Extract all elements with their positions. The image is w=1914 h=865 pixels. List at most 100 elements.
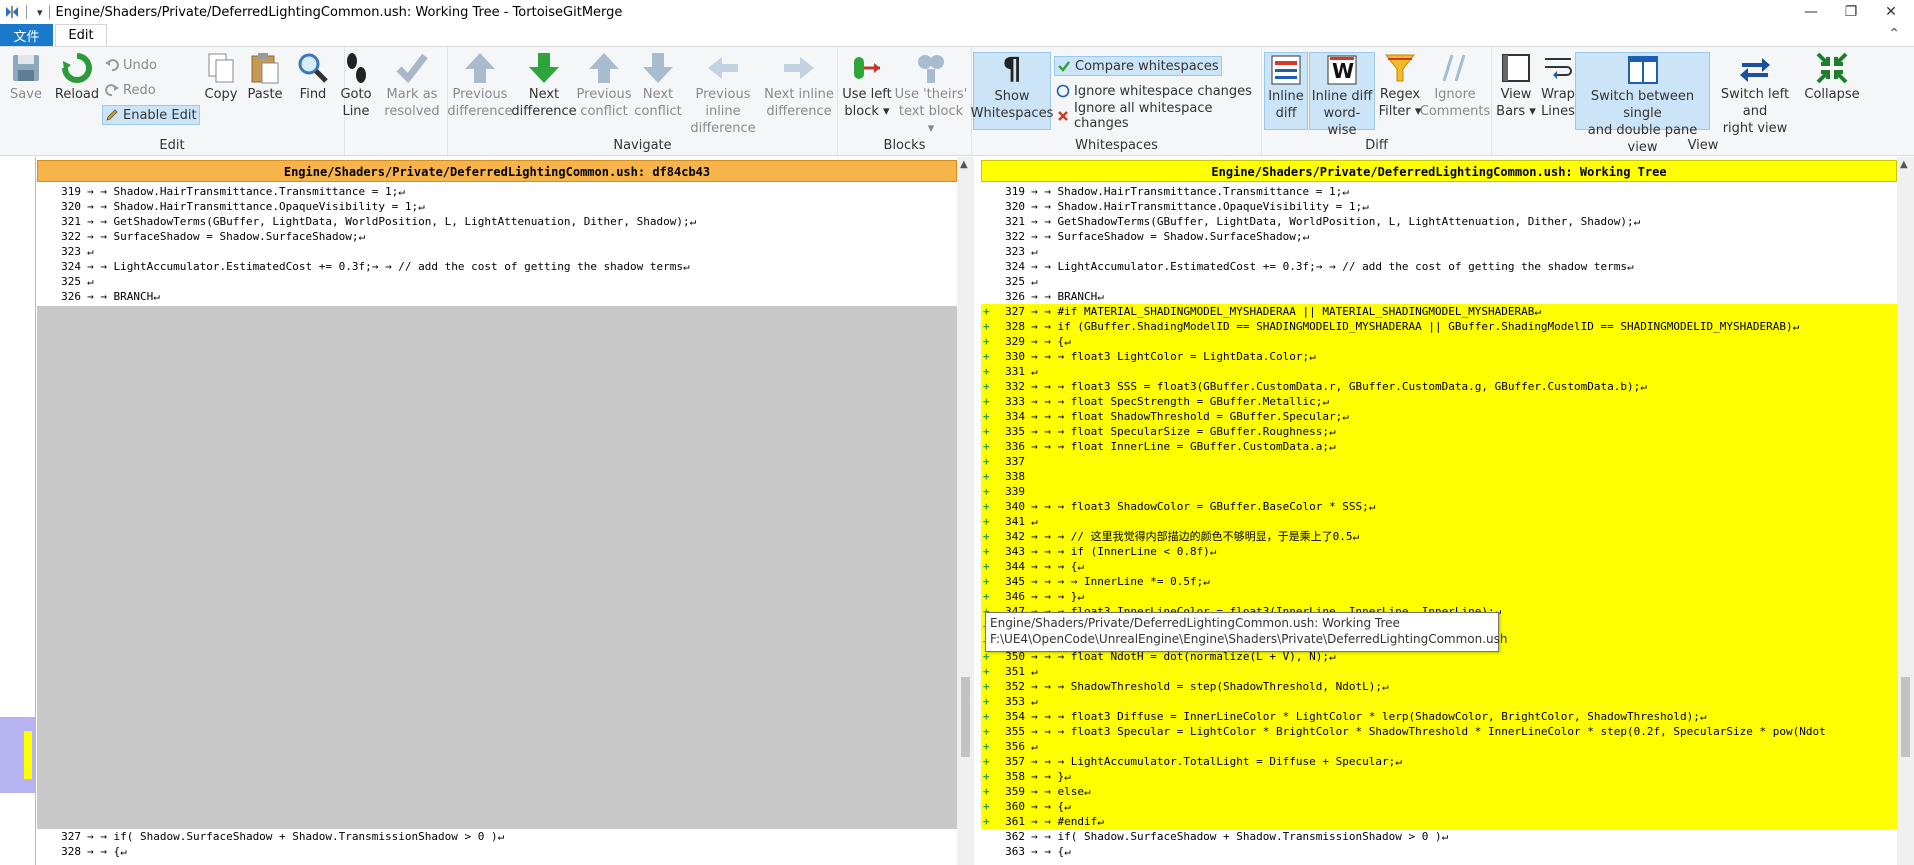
next-conflict-button[interactable]: Next conflict: [632, 51, 684, 120]
ignore-whitespace-changes-option[interactable]: Ignore whitespace changes: [1054, 81, 1254, 101]
code-line[interactable]: +353 ↵: [981, 694, 1897, 709]
code-line[interactable]: 327 → → if( Shadow.SurfaceShadow + Shadow…: [37, 829, 957, 844]
previous-difference-button[interactable]: Previous difference: [447, 51, 513, 120]
use-left-block-button[interactable]: Use left block ▾: [842, 51, 892, 120]
tortoisegitmerge-app-icon[interactable]: [4, 4, 20, 20]
code-line[interactable]: 322 → → SurfaceShadow = Shadow.SurfaceSha…: [981, 229, 1897, 244]
copy-button[interactable]: Copy: [203, 51, 239, 103]
code-line[interactable]: +352 → → → ShadowThreshold = step(ShadowT…: [981, 679, 1897, 694]
code-line[interactable]: +358 → → }↵: [981, 769, 1897, 784]
paste-button[interactable]: Paste: [245, 51, 285, 103]
regex-filter-button[interactable]: Regex Filter ▾: [1378, 51, 1422, 120]
inline-diff-wordwise-button[interactable]: W Inline diff word-wise: [1309, 52, 1375, 138]
code-line[interactable]: 363 → → {↵: [981, 844, 1897, 859]
code-line[interactable]: +330 → → → float3 LightColor = LightData.…: [981, 349, 1897, 364]
line-code: → → BRANCH↵: [87, 290, 160, 303]
show-whitespaces-button[interactable]: ¶ Show Whitespaces: [971, 52, 1053, 130]
code-line[interactable]: +359 → → else↵: [981, 784, 1897, 799]
code-line[interactable]: +341 ↵: [981, 514, 1897, 529]
code-line[interactable]: +346 → → → }↵: [981, 589, 1897, 604]
ignore-all-whitespace-option[interactable]: Ignore all whitespace changes: [1054, 101, 1261, 131]
right-pane-scrollbar[interactable]: ▲: [1897, 157, 1914, 865]
left-pane[interactable]: Engine/Shaders/Private/DeferredLightingC…: [37, 157, 957, 865]
goto-line-button[interactable]: Goto Line: [338, 51, 374, 120]
code-line[interactable]: +355 → → → float3 Specular = LightColor *…: [981, 724, 1897, 739]
code-line[interactable]: +339: [981, 484, 1897, 499]
code-line[interactable]: +332 → → → float3 SSS = float3(GBuffer.Cu…: [981, 379, 1897, 394]
save-icon: [9, 51, 43, 85]
inline-diff-button[interactable]: Inline diff: [1264, 52, 1308, 130]
code-line[interactable]: +360 → → {↵: [981, 799, 1897, 814]
code-line[interactable]: +336 → → → float InnerLine = GBuffer.Cust…: [981, 439, 1897, 454]
code-line[interactable]: 325 ↵: [981, 274, 1897, 289]
code-line[interactable]: 320 → → Shadow.HairTransmittance.OpaqueVi…: [981, 199, 1897, 214]
previous-inline-difference-button[interactable]: Previous inline difference: [678, 51, 768, 137]
right-pane[interactable]: Engine/Shaders/Private/DeferredLightingC…: [981, 157, 1897, 865]
code-line[interactable]: +331 ↵: [981, 364, 1897, 379]
code-line[interactable]: 328 → → {↵: [37, 844, 957, 859]
collapse-button[interactable]: Collapse: [1804, 51, 1860, 103]
line-code: → → #endif↵: [1031, 815, 1104, 828]
code-line[interactable]: 324 → → LightAccumulator.EstimatedCost +=…: [981, 259, 1897, 274]
quick-access-dropdown[interactable]: ▾: [37, 6, 43, 19]
left-pane-scrollbar[interactable]: ▲: [957, 157, 974, 865]
code-line[interactable]: +340 → → → float3 ShadowColor = GBuffer.B…: [981, 499, 1897, 514]
code-line[interactable]: +328 → → if (GBuffer.ShadingModelID == SH…: [981, 319, 1897, 334]
code-line[interactable]: +356 ↵: [981, 739, 1897, 754]
code-line[interactable]: +343 → → → if (InnerLine < 0.8f)↵: [981, 544, 1897, 559]
previous-conflict-button[interactable]: Previous conflict: [577, 51, 631, 120]
compare-whitespaces-option[interactable]: Compare whitespaces: [1054, 56, 1222, 76]
code-line[interactable]: 319 → → Shadow.HairTransmittance.Transmit…: [981, 184, 1897, 199]
code-line[interactable]: +327 → → #if MATERIAL_SHADINGMODEL_MYSHAD…: [981, 304, 1897, 319]
enable-edit-button[interactable]: Enable Edit: [102, 105, 200, 125]
close-button[interactable]: ✕: [1868, 0, 1914, 24]
code-line[interactable]: +342 → → → // 这里我觉得内部描边的颜色不够明显，于是乘上了0.5↵: [981, 529, 1897, 544]
use-theirs-block-button[interactable]: Use 'theirs' text block ▾: [894, 51, 968, 137]
next-difference-button[interactable]: Next difference: [511, 51, 577, 120]
code-line[interactable]: +334 → → → float ShadowThreshold = GBuffe…: [981, 409, 1897, 424]
code-line[interactable]: 324 → → LightAccumulator.EstimatedCost +=…: [37, 259, 957, 274]
code-line[interactable]: +333 → → → float SpecStrength = GBuffer.M…: [981, 394, 1897, 409]
switch-left-right-button[interactable]: Switch left and right view: [1710, 51, 1800, 137]
view-bars-button[interactable]: View Bars ▾: [1494, 51, 1538, 120]
code-line[interactable]: 321 → → GetShadowTerms(GBuffer, LightData…: [37, 214, 957, 229]
ignore-comments-button[interactable]: Ignore Comments: [1420, 51, 1490, 120]
code-line[interactable]: 321 → → GetShadowTerms(GBuffer, LightData…: [981, 214, 1897, 229]
code-line[interactable]: +335 → → → float SpecularSize = GBuffer.R…: [981, 424, 1897, 439]
wrap-lines-button[interactable]: Wrap Lines: [1538, 51, 1578, 120]
undo-button[interactable]: Undo: [103, 55, 159, 75]
code-line[interactable]: +337: [981, 454, 1897, 469]
code-line[interactable]: +354 → → → float3 Diffuse = InnerLineColo…: [981, 709, 1897, 724]
code-line[interactable]: 322 → → SurfaceShadow = Shadow.SurfaceSha…: [37, 229, 957, 244]
mark-as-resolved-button[interactable]: Mark as resolved: [382, 51, 442, 120]
code-line[interactable]: 319 → → Shadow.HairTransmittance.Transmit…: [37, 184, 957, 199]
line-code: ↵: [1031, 365, 1038, 378]
reload-button[interactable]: Reload: [55, 51, 99, 103]
right-scroll-thumb[interactable]: [1901, 677, 1910, 757]
tab-edit[interactable]: Edit: [55, 24, 107, 46]
code-line[interactable]: +344 → → → {↵: [981, 559, 1897, 574]
switch-single-double-pane-button[interactable]: Switch between single and double pane vi…: [1575, 52, 1710, 155]
code-line[interactable]: +351 ↵: [981, 664, 1897, 679]
save-button[interactable]: Save: [8, 51, 44, 103]
code-line[interactable]: 326 → → BRANCH↵: [981, 289, 1897, 304]
next-inline-difference-button[interactable]: Next inline difference: [764, 51, 834, 120]
code-line[interactable]: 325 ↵: [37, 274, 957, 289]
paste-label: Paste: [247, 87, 283, 102]
left-scroll-thumb[interactable]: [961, 677, 970, 757]
tab-file[interactable]: 文件: [0, 24, 53, 46]
code-line[interactable]: +357 → → → LightAccumulator.TotalLight = …: [981, 754, 1897, 769]
code-line[interactable]: +338: [981, 469, 1897, 484]
code-line[interactable]: 323 ↵: [37, 244, 957, 259]
code-line[interactable]: +361 → → #endif↵: [981, 814, 1897, 829]
code-line[interactable]: +345 → → → → InnerLine *= 0.5f;↵: [981, 574, 1897, 589]
ribbon-collapse-icon[interactable]: ⌃: [1888, 26, 1900, 42]
code-line[interactable]: 362 → → if( Shadow.SurfaceShadow + Shadow…: [981, 829, 1897, 844]
code-line[interactable]: 326 → → BRANCH↵: [37, 289, 957, 304]
location-bar[interactable]: [0, 157, 36, 865]
code-line[interactable]: +329 → → {↵: [981, 334, 1897, 349]
code-line[interactable]: 323 ↵: [981, 244, 1897, 259]
find-button[interactable]: Find: [296, 51, 330, 103]
code-line[interactable]: 320 → → Shadow.HairTransmittance.OpaqueVi…: [37, 199, 957, 214]
redo-button[interactable]: Redo: [103, 80, 158, 100]
